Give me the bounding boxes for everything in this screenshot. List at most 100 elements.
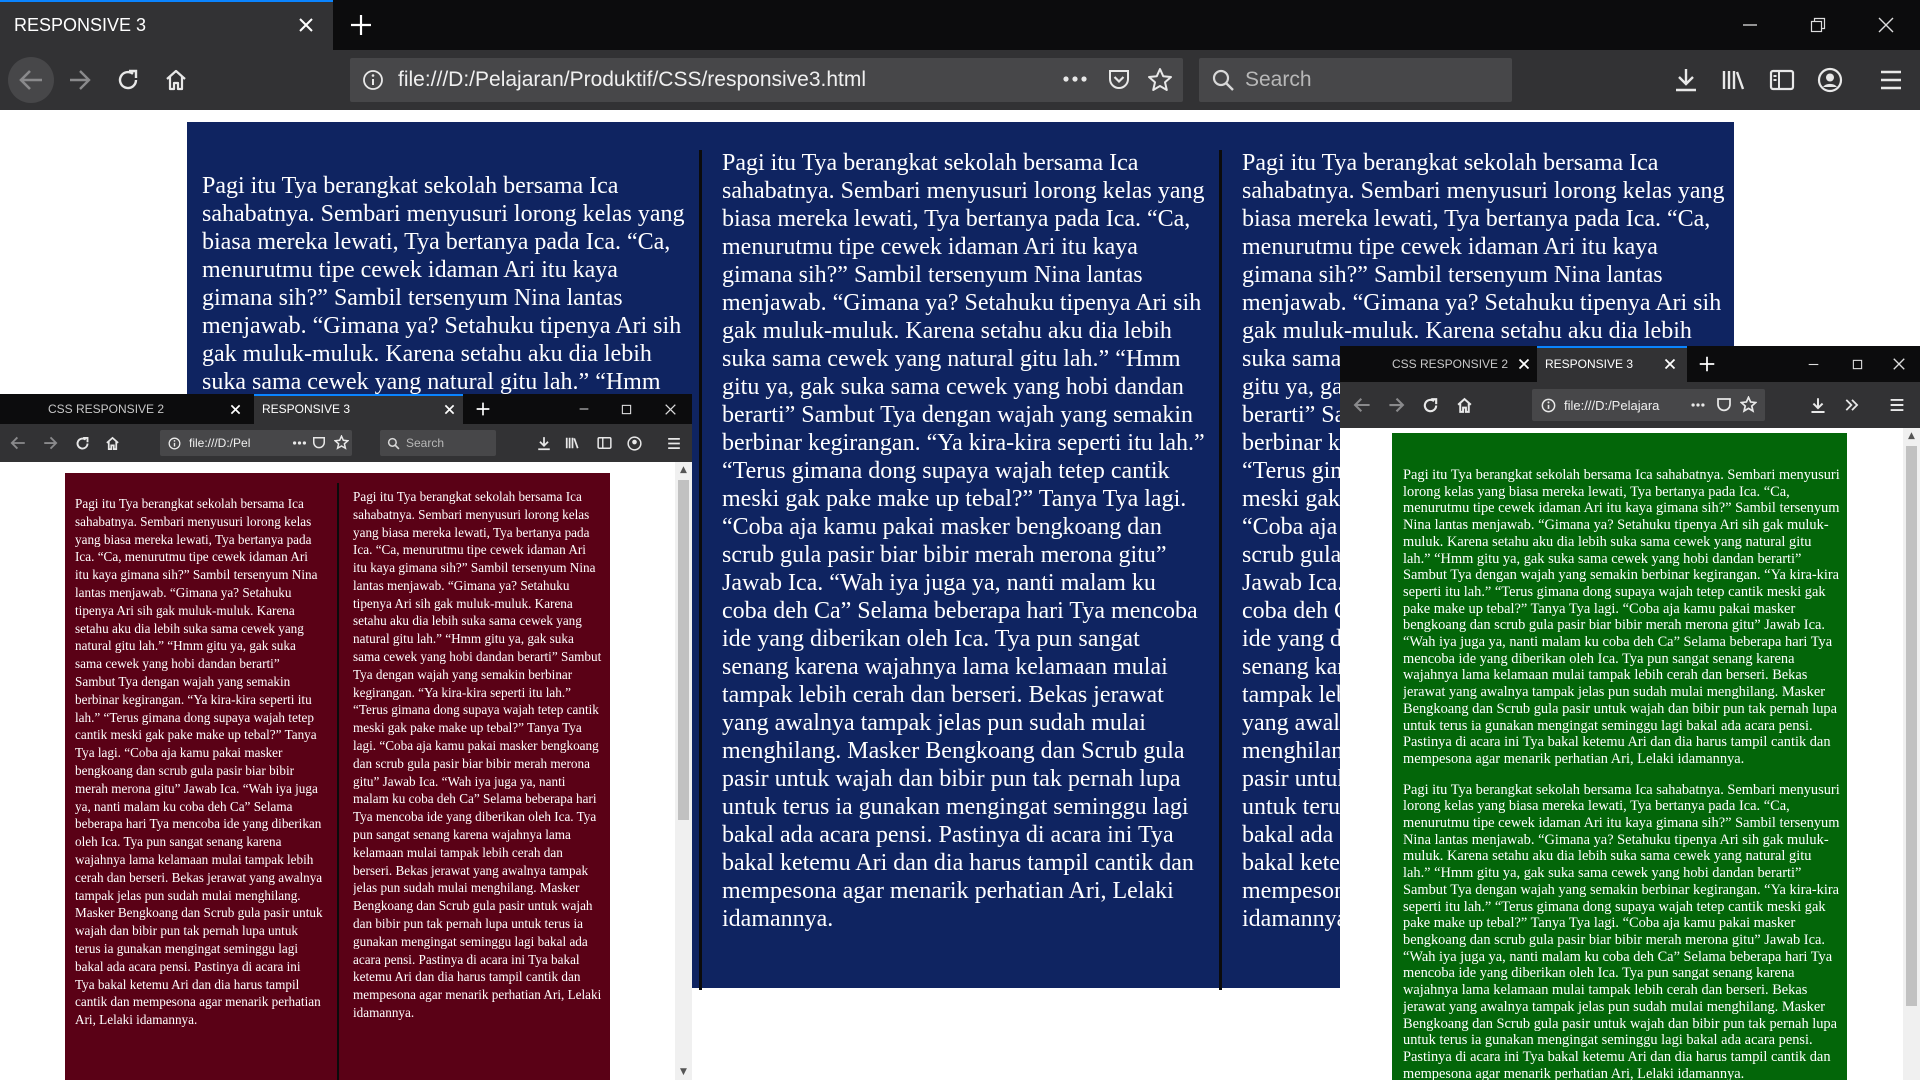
pocket-icon[interactable] [1107, 68, 1131, 92]
left-maroon-container: Pagi itu Tya berangkat sekolah bersama I… [65, 473, 610, 1080]
close-tab-icon[interactable] [228, 402, 242, 416]
site-info-icon[interactable] [168, 437, 181, 450]
back-icon[interactable] [8, 433, 28, 453]
overflow-chevron-icon[interactable] [1840, 393, 1864, 417]
close-tab-icon[interactable] [1517, 357, 1531, 371]
scroll-up-arrow[interactable]: ▲ [675, 462, 692, 478]
url-bar[interactable]: file:///D:/Pel [160, 430, 352, 456]
minimize-icon[interactable] [1716, 0, 1784, 50]
forward-icon[interactable] [40, 433, 60, 453]
scrollbar-thumb[interactable] [1906, 446, 1917, 1006]
column-divider [1219, 150, 1222, 990]
new-tab-icon[interactable] [1697, 354, 1717, 374]
reload-icon[interactable] [1418, 393, 1442, 417]
home-icon[interactable] [158, 62, 194, 98]
reload-icon[interactable] [110, 62, 146, 98]
scroll-up-arrow[interactable]: ▲ [1903, 428, 1920, 444]
new-tab-icon[interactable] [343, 8, 379, 42]
story-paragraph: Pagi itu Tya berangkat sekolah bersama I… [75, 496, 323, 1028]
right-browser-window: CSS RESPONSIVE 2 RESPONSIVE 3 file:///D:… [1340, 346, 1920, 1080]
site-info-icon[interactable] [362, 69, 384, 91]
search-icon [387, 437, 400, 450]
close-tab-icon[interactable] [1663, 357, 1677, 371]
forward-icon[interactable] [62, 62, 98, 98]
menu-icon[interactable] [1885, 393, 1909, 417]
window-close-icon[interactable] [1852, 0, 1920, 50]
bookmark-star-icon[interactable] [334, 435, 349, 450]
pocket-icon[interactable] [312, 436, 326, 450]
forward-icon[interactable] [1384, 393, 1408, 417]
tab-responsive-3[interactable]: RESPONSIVE 3 [254, 394, 463, 424]
url-bar[interactable]: file:///D:/Pelajara [1532, 389, 1765, 421]
restore-icon[interactable] [1836, 346, 1878, 382]
restore-icon[interactable] [1784, 0, 1852, 50]
main-tab-bar: RESPONSIVE 3 [0, 0, 1920, 50]
bookmark-star-icon[interactable] [1147, 67, 1173, 93]
restore-icon[interactable] [606, 394, 646, 424]
tab-title: RESPONSIVE 3 [262, 402, 351, 416]
url-text: file:///D:/Pelajara [1564, 397, 1660, 413]
main-column-2: Pagi itu Tya berangkat sekolah bersama I… [722, 149, 1207, 933]
vertical-scrollbar[interactable]: ▲ [1903, 428, 1920, 1080]
pocket-icon[interactable] [1716, 397, 1732, 413]
back-icon[interactable] [8, 57, 54, 103]
minimize-icon[interactable] [1792, 346, 1834, 382]
story-paragraph: Pagi itu Tya berangkat sekolah bersama I… [722, 150, 1205, 932]
home-icon[interactable] [102, 433, 122, 453]
column-divider [337, 483, 339, 1080]
story-paragraph: Pagi itu Tya berangkat sekolah bersama I… [1403, 781, 1840, 1080]
library-icon[interactable] [1716, 62, 1752, 98]
new-tab-icon[interactable] [474, 400, 492, 418]
url-bar[interactable]: file:///D:/Pelajaran/Produktif/CSS/respo… [350, 58, 1183, 102]
bookmark-star-icon[interactable] [1740, 396, 1757, 413]
search-icon [1211, 68, 1235, 92]
tab-css-responsive-2[interactable]: CSS RESPONSIVE 2 [1382, 346, 1537, 382]
minimize-icon[interactable] [564, 394, 604, 424]
scrollbar-thumb[interactable] [678, 480, 689, 820]
page-actions-icon[interactable] [1690, 399, 1706, 411]
account-icon[interactable] [624, 433, 644, 453]
left-column-2: Pagi itu Tya berangkat sekolah bersama I… [353, 479, 603, 1080]
tab-responsive-3[interactable]: RESPONSIVE 3 [1537, 346, 1687, 382]
tab-title: RESPONSIVE 3 [14, 14, 147, 35]
window-close-icon[interactable] [650, 394, 690, 424]
search-placeholder: Search [406, 436, 445, 450]
page-actions-icon[interactable] [1062, 68, 1088, 90]
url-text: file:///D:/Pelajaran/Produktif/CSS/respo… [398, 68, 867, 91]
downloads-icon[interactable] [1806, 393, 1830, 417]
reload-icon[interactable] [72, 433, 92, 453]
left-column-1: Pagi itu Tya berangkat sekolah bersama I… [75, 495, 323, 1029]
downloads-icon[interactable] [1668, 62, 1704, 98]
main-navigation-bar: file:///D:/Pelajaran/Produktif/CSS/respo… [0, 50, 1920, 110]
tab-css-responsive-2[interactable]: CSS RESPONSIVE 2 [36, 394, 254, 424]
search-bar[interactable]: Search [380, 430, 496, 456]
sidebar-icon[interactable] [594, 433, 614, 453]
search-placeholder: Search [1245, 68, 1312, 91]
close-tab-icon[interactable] [442, 402, 456, 416]
menu-icon[interactable] [664, 433, 684, 453]
window-close-icon[interactable] [1878, 346, 1920, 382]
downloads-icon[interactable] [534, 433, 554, 453]
tab-title: CSS RESPONSIVE 2 [48, 402, 165, 416]
menu-icon[interactable] [1873, 62, 1909, 98]
vertical-scrollbar[interactable]: ▲ ▼ [675, 462, 692, 1080]
right-navigation-bar: file:///D:/Pelajara [1340, 382, 1920, 428]
right-page-content: Pagi itu Tya berangkat sekolah bersama I… [1340, 428, 1920, 1080]
library-icon[interactable] [562, 433, 582, 453]
account-icon[interactable] [1812, 62, 1848, 98]
tab-responsive-3[interactable]: RESPONSIVE 3 [0, 0, 333, 50]
site-info-icon[interactable] [1541, 398, 1556, 413]
scroll-down-arrow[interactable]: ▼ [675, 1064, 692, 1080]
close-tab-icon[interactable] [294, 12, 318, 38]
right-column: Pagi itu Tya berangkat sekolah bersama I… [1403, 467, 1841, 1080]
left-page-content: Pagi itu Tya berangkat sekolah bersama I… [0, 462, 692, 1080]
back-icon[interactable] [1350, 393, 1374, 417]
column-divider [699, 150, 702, 990]
url-text: file:///D:/Pel [189, 436, 251, 450]
story-paragraph: Pagi itu Tya berangkat sekolah bersama I… [353, 488, 602, 1021]
sidebar-icon[interactable] [1764, 62, 1800, 98]
search-bar[interactable]: Search [1199, 58, 1512, 102]
page-actions-icon[interactable] [292, 437, 307, 449]
right-tab-bar: CSS RESPONSIVE 2 RESPONSIVE 3 [1340, 346, 1920, 382]
home-icon[interactable] [1452, 393, 1476, 417]
